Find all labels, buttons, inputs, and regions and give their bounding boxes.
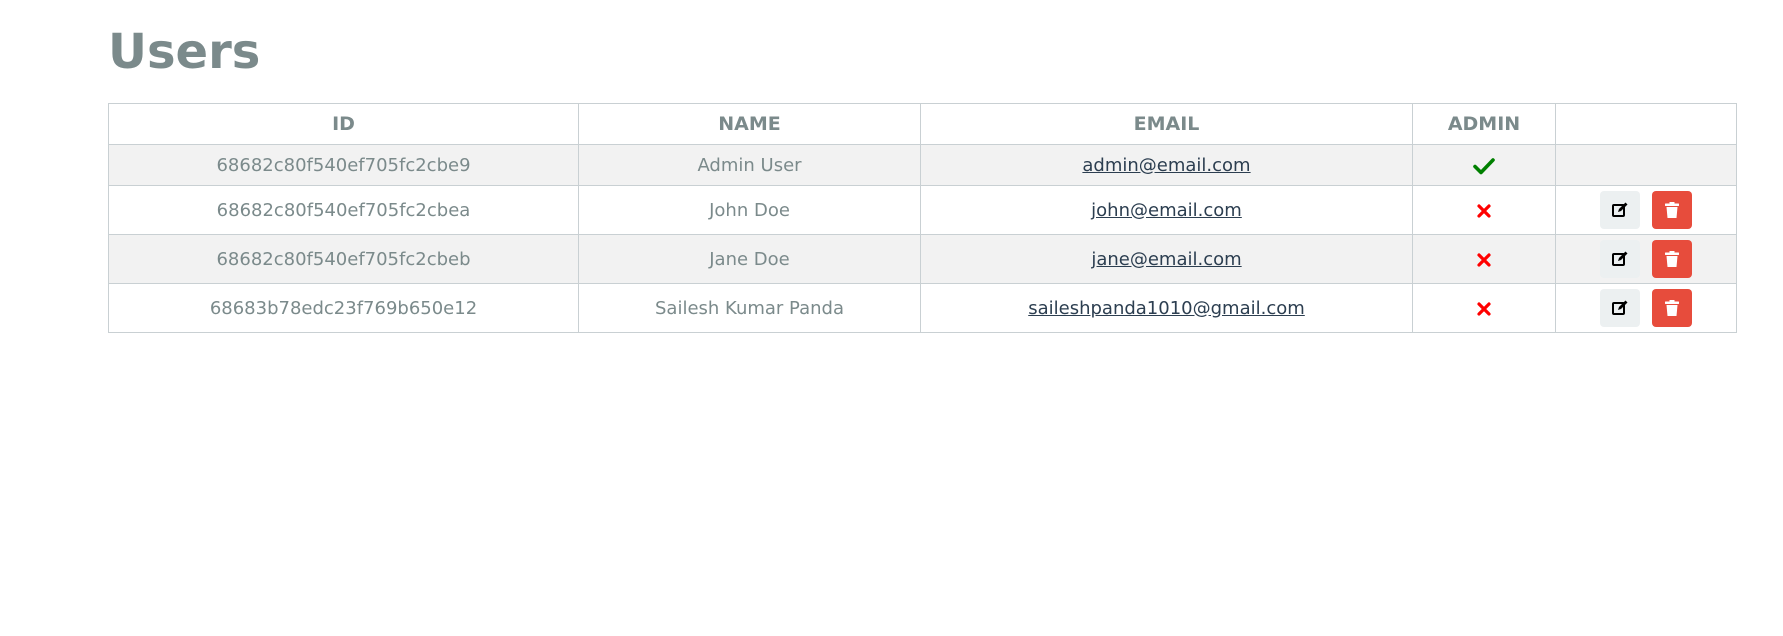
header-name: NAME (578, 103, 921, 145)
table-header-row: ID NAME EMAIL ADMIN (108, 103, 1737, 145)
header-id: ID (108, 103, 579, 145)
page-title: Users (108, 24, 261, 80)
delete-user-button[interactable] (1652, 240, 1692, 278)
cell-admin (1412, 144, 1556, 186)
row-actions (1556, 240, 1736, 278)
table-row: 68683b78edc23f769b650e12 Sailesh Kumar P… (108, 283, 1737, 333)
cell-email: saileshpanda1010@gmail.com (920, 283, 1413, 333)
cell-actions (1555, 234, 1737, 284)
cell-email: admin@email.com (920, 144, 1413, 186)
times-icon (1476, 301, 1492, 317)
cell-name: Jane Doe (578, 234, 921, 284)
cell-admin (1412, 283, 1556, 333)
cell-id: 68682c80f540ef705fc2cbe9 (108, 144, 579, 186)
cell-actions (1555, 185, 1737, 235)
cell-id: 68682c80f540ef705fc2cbea (108, 185, 579, 235)
email-link[interactable]: john@email.com (1091, 200, 1242, 221)
header-actions (1555, 103, 1737, 145)
edit-user-button[interactable] (1600, 289, 1640, 327)
edit-icon (1611, 299, 1629, 317)
edit-icon (1611, 201, 1629, 219)
email-link[interactable]: admin@email.com (1082, 155, 1250, 176)
cell-id: 68682c80f540ef705fc2cbeb (108, 234, 579, 284)
row-actions (1556, 191, 1736, 229)
cell-name: Admin User (578, 144, 921, 186)
cell-email: jane@email.com (920, 234, 1413, 284)
table-row: 68682c80f540ef705fc2cbea John Doe john@e… (108, 185, 1737, 235)
delete-user-button[interactable] (1652, 289, 1692, 327)
users-page: Users ID NAME EMAIL ADMIN 68682c80f540ef… (0, 0, 1783, 636)
edit-user-button[interactable] (1600, 240, 1640, 278)
header-admin: ADMIN (1412, 103, 1556, 145)
header-email: EMAIL (920, 103, 1413, 145)
cell-actions (1555, 283, 1737, 333)
times-icon (1476, 203, 1492, 219)
times-icon (1476, 252, 1492, 268)
delete-user-button[interactable] (1652, 191, 1692, 229)
cell-name: John Doe (578, 185, 921, 235)
trash-icon (1664, 299, 1680, 317)
cell-admin (1412, 185, 1556, 235)
edit-user-button[interactable] (1600, 191, 1640, 229)
table-row: 68682c80f540ef705fc2cbeb Jane Doe jane@e… (108, 234, 1737, 284)
edit-icon (1611, 250, 1629, 268)
email-link[interactable]: jane@email.com (1091, 249, 1241, 270)
trash-icon (1664, 250, 1680, 268)
cell-email: john@email.com (920, 185, 1413, 235)
users-table: ID NAME EMAIL ADMIN 68682c80f540ef705fc2… (108, 103, 1737, 333)
cell-id: 68683b78edc23f769b650e12 (108, 283, 579, 333)
cell-actions (1555, 144, 1737, 186)
cell-name: Sailesh Kumar Panda (578, 283, 921, 333)
email-link[interactable]: saileshpanda1010@gmail.com (1028, 298, 1305, 319)
check-icon (1473, 157, 1495, 175)
trash-icon (1664, 201, 1680, 219)
cell-admin (1412, 234, 1556, 284)
row-actions (1556, 289, 1736, 327)
table-row: 68682c80f540ef705fc2cbe9 Admin User admi… (108, 144, 1737, 186)
